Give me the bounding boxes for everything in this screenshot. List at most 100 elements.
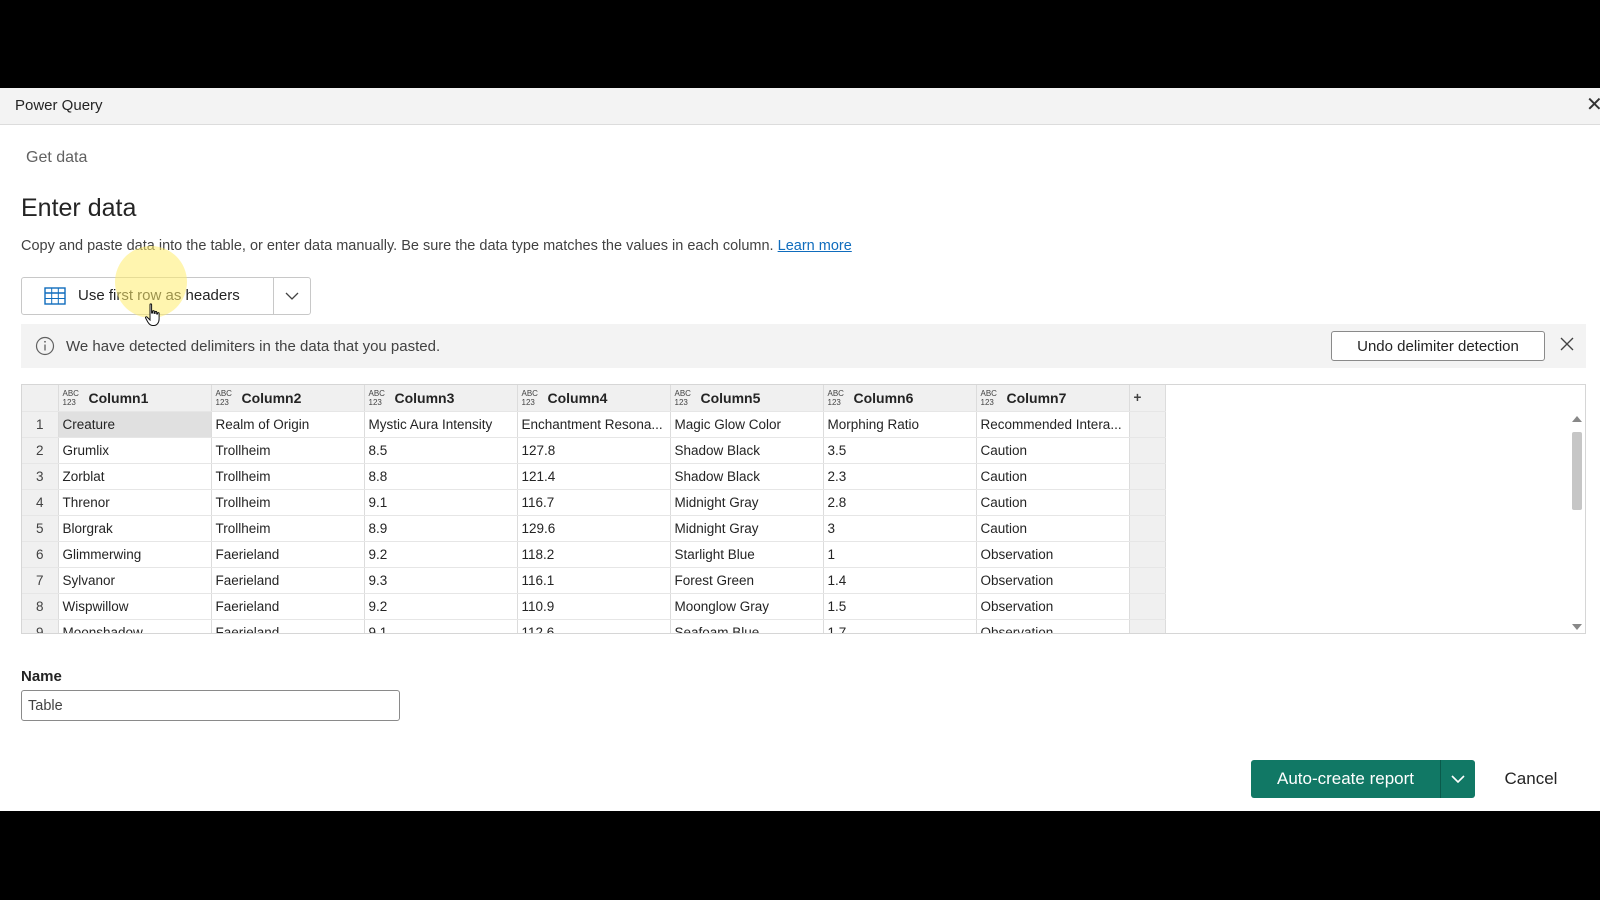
- table-cell[interactable]: Caution: [976, 489, 1130, 516]
- column-header[interactable]: ABC 123 Column3: [364, 385, 518, 412]
- table-cell[interactable]: 8.9: [364, 515, 518, 542]
- table-cell[interactable]: 1.7: [823, 619, 977, 633]
- table-cell[interactable]: 118.2: [517, 541, 671, 568]
- table-cell[interactable]: Faerieland: [211, 567, 365, 594]
- name-input[interactable]: [21, 690, 400, 721]
- column-header[interactable]: ABC 123 Column2: [211, 385, 365, 412]
- table-cell[interactable]: Faerieland: [211, 593, 365, 620]
- table-cell[interactable]: Moonglow Gray: [670, 593, 824, 620]
- scroll-up-arrow-icon[interactable]: [1572, 416, 1582, 422]
- column-header[interactable]: ABC 123 Column1: [58, 385, 212, 412]
- table-cell[interactable]: 8.5: [364, 437, 518, 464]
- table-cell[interactable]: 2.8: [823, 489, 977, 516]
- row-number[interactable]: 6: [22, 541, 59, 568]
- undo-delimiter-detection-button[interactable]: Undo delimiter detection: [1331, 331, 1545, 361]
- vertical-scrollbar[interactable]: [1569, 412, 1585, 633]
- column-header[interactable]: ABC 123 Column7: [976, 385, 1130, 412]
- table-cell[interactable]: 112.6: [517, 619, 671, 633]
- table-cell[interactable]: 1: [823, 541, 977, 568]
- type-any-icon[interactable]: ABC 123: [63, 389, 83, 407]
- table-cell[interactable]: 9.3: [364, 567, 518, 594]
- learn-more-link[interactable]: Learn more: [778, 238, 852, 254]
- table-cell[interactable]: 116.7: [517, 489, 671, 516]
- table-cell[interactable]: Glimmerwing: [58, 541, 212, 568]
- table-cell[interactable]: Mystic Aura Intensity: [364, 411, 518, 438]
- table-cell[interactable]: Shadow Black: [670, 437, 824, 464]
- row-number[interactable]: 5: [22, 515, 59, 542]
- auto-create-dropdown-button[interactable]: [1441, 760, 1475, 798]
- table-cell[interactable]: Sylvanor: [58, 567, 212, 594]
- table-cell[interactable]: 9.1: [364, 489, 518, 516]
- table-cell[interactable]: 9.2: [364, 593, 518, 620]
- table-cell[interactable]: 1.4: [823, 567, 977, 594]
- table-cell[interactable]: Caution: [976, 515, 1130, 542]
- add-column-button[interactable]: +: [1129, 385, 1166, 412]
- table-cell[interactable]: Realm of Origin: [211, 411, 365, 438]
- row-number[interactable]: 2: [22, 437, 59, 464]
- type-any-icon[interactable]: ABC 123: [369, 389, 389, 407]
- table-cell[interactable]: Morphing Ratio: [823, 411, 977, 438]
- type-any-icon[interactable]: ABC 123: [981, 389, 1001, 407]
- table-cell[interactable]: Recommended Intera...: [976, 411, 1130, 438]
- table-cell[interactable]: Grumlix: [58, 437, 212, 464]
- row-number[interactable]: 7: [22, 567, 59, 594]
- table-cell[interactable]: Faerieland: [211, 619, 365, 633]
- table-cell[interactable]: Midnight Gray: [670, 489, 824, 516]
- table-cell[interactable]: Magic Glow Color: [670, 411, 824, 438]
- table-cell[interactable]: 110.9: [517, 593, 671, 620]
- table-cell[interactable]: 2.3: [823, 463, 977, 490]
- type-any-icon[interactable]: ABC 123: [216, 389, 236, 407]
- row-number[interactable]: 1: [22, 411, 59, 438]
- cancel-button[interactable]: Cancel: [1486, 760, 1576, 798]
- table-cell[interactable]: 3.5: [823, 437, 977, 464]
- table-cell[interactable]: Blorgrak: [58, 515, 212, 542]
- table-cell[interactable]: Observation: [976, 619, 1130, 633]
- auto-create-report-button[interactable]: Auto-create report: [1251, 760, 1440, 798]
- table-cell[interactable]: Starlight Blue: [670, 541, 824, 568]
- type-any-icon[interactable]: ABC 123: [828, 389, 848, 407]
- table-cell[interactable]: Caution: [976, 437, 1130, 464]
- headers-dropdown-button[interactable]: [274, 278, 310, 314]
- table-cell[interactable]: Moonshadow: [58, 619, 212, 633]
- row-number[interactable]: 9: [22, 619, 59, 633]
- row-number[interactable]: 4: [22, 489, 59, 516]
- column-header[interactable]: ABC 123 Column5: [670, 385, 824, 412]
- row-number[interactable]: 3: [22, 463, 59, 490]
- table-cell[interactable]: Shadow Black: [670, 463, 824, 490]
- table-cell[interactable]: Creature: [58, 411, 212, 438]
- table-cell[interactable]: Trollheim: [211, 489, 365, 516]
- table-cell[interactable]: Midnight Gray: [670, 515, 824, 542]
- table-cell[interactable]: 8.8: [364, 463, 518, 490]
- column-header[interactable]: ABC 123 Column6: [823, 385, 977, 412]
- table-cell[interactable]: Enchantment Resona...: [517, 411, 671, 438]
- table-cell[interactable]: Threnor: [58, 489, 212, 516]
- table-cell[interactable]: 129.6: [517, 515, 671, 542]
- table-cell[interactable]: Faerieland: [211, 541, 365, 568]
- table-cell[interactable]: 9.2: [364, 541, 518, 568]
- table-cell[interactable]: Trollheim: [211, 463, 365, 490]
- table-cell[interactable]: 3: [823, 515, 977, 542]
- table-cell[interactable]: Trollheim: [211, 515, 365, 542]
- row-number[interactable]: 8: [22, 593, 59, 620]
- scroll-down-arrow-icon[interactable]: [1572, 624, 1582, 630]
- table-cell[interactable]: 1.5: [823, 593, 977, 620]
- table-cell[interactable]: Zorblat: [58, 463, 212, 490]
- table-cell[interactable]: Forest Green: [670, 567, 824, 594]
- close-icon[interactable]: ✕: [1586, 94, 1600, 116]
- table-cell[interactable]: Seafoam Blue: [670, 619, 824, 633]
- table-cell[interactable]: Wispwillow: [58, 593, 212, 620]
- table-cell[interactable]: 9.1: [364, 619, 518, 633]
- table-cell[interactable]: Observation: [976, 567, 1130, 594]
- table-cell[interactable]: 127.8: [517, 437, 671, 464]
- type-any-icon[interactable]: ABC 123: [675, 389, 695, 407]
- close-icon[interactable]: [1557, 334, 1577, 354]
- column-header[interactable]: ABC 123 Column4: [517, 385, 671, 412]
- type-any-icon[interactable]: ABC 123: [522, 389, 542, 407]
- table-cell[interactable]: Caution: [976, 463, 1130, 490]
- table-cell[interactable]: 121.4: [517, 463, 671, 490]
- table-cell[interactable]: Trollheim: [211, 437, 365, 464]
- table-cell[interactable]: 116.1: [517, 567, 671, 594]
- table-cell[interactable]: Observation: [976, 593, 1130, 620]
- corner-cell[interactable]: [22, 385, 59, 412]
- scroll-thumb[interactable]: [1572, 432, 1582, 510]
